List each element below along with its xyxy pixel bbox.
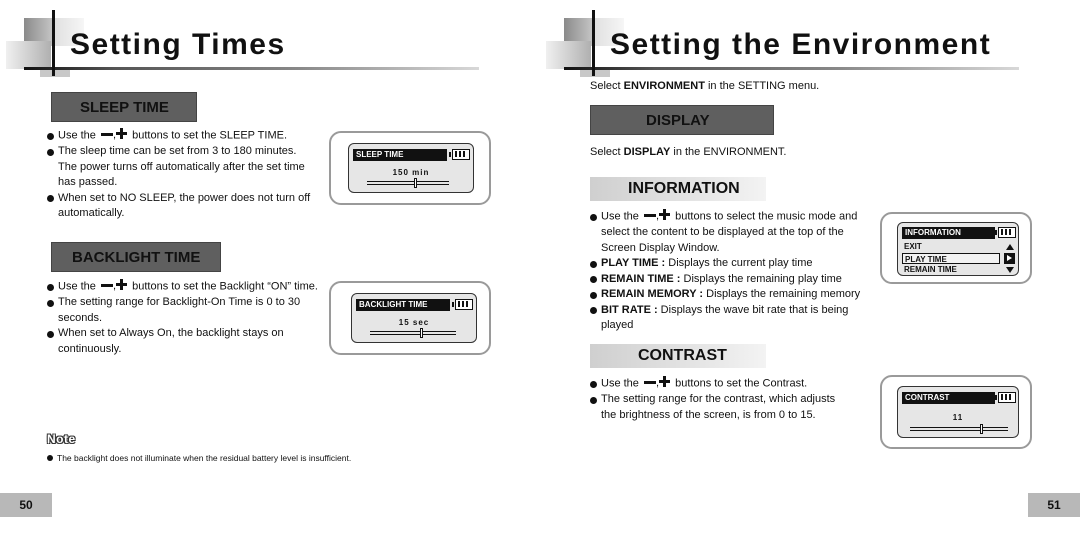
bullet-item: The setting range for the contrast, whic… [590, 392, 860, 423]
page-title: Setting Times [70, 28, 286, 61]
bullet-item: Use the , buttons to set the SLEEP TIME. [47, 128, 317, 144]
plus-icon [116, 128, 128, 140]
note-text: The backlight does not illuminate when t… [47, 453, 351, 463]
section-heading-backlight-time: BACKLIGHT TIME [51, 242, 221, 272]
bullet-item: The setting range for Backlight-On Time … [47, 295, 322, 326]
right-page: Setting the Environment Select ENVIRONME… [540, 0, 1080, 539]
lcd-display: INFORMATION EXIT PLAY TIME REMAIN TIME [897, 222, 1019, 276]
bullet-item: When set to Always On, the backlight sta… [47, 326, 322, 357]
battery-icon [995, 392, 1016, 403]
menu-item-play-time: PLAY TIME [902, 253, 1000, 264]
bullet-item: When set to NO SLEEP, the power does not… [47, 191, 317, 222]
bullet-item: Use the , buttons to select the music mo… [590, 209, 875, 256]
lcd-title-bar: SLEEP TIME [353, 149, 447, 161]
plus-icon [659, 209, 671, 221]
lcd-title-bar: CONTRAST [902, 392, 995, 404]
display-intro: Select DISPLAY in the ENVIRONMENT. [590, 146, 787, 158]
lcd-display: SLEEP TIME 150 min [348, 143, 474, 193]
lcd-value: 15 sec [398, 318, 430, 327]
bullet-item: REMAIN TIME : Displays the remaining pla… [590, 272, 875, 288]
device-screen-sleep-time: SLEEP TIME 150 min [329, 131, 491, 205]
page-header: Setting the Environment [540, 10, 1040, 80]
note-title: Note [47, 432, 76, 446]
lcd-display: CONTRAST 11 [897, 386, 1019, 438]
minus-icon [100, 283, 113, 287]
plus-icon [116, 279, 128, 291]
bullet-item: Use the , buttons to set the Contrast. [590, 376, 860, 392]
battery-icon [452, 299, 473, 310]
minus-icon [643, 380, 656, 384]
section-heading-information: INFORMATION [590, 177, 766, 201]
bullet-item: The sleep time can be set from 3 to 180 … [47, 144, 317, 191]
page-title: Setting the Environment [610, 28, 992, 61]
minus-icon [643, 213, 656, 217]
lcd-display: BACKLIGHT TIME 15 sec [351, 293, 477, 343]
menu-item-remain-time: REMAIN TIME [904, 265, 957, 274]
bullet-item: Use the , buttons to set the Backlight “… [47, 279, 322, 295]
bullet-item: BIT RATE : Displays the wave bit rate th… [590, 303, 875, 334]
device-screen-contrast: CONTRAST 11 [880, 375, 1032, 449]
left-page: Setting Times SLEEP TIME Use the , butto… [0, 0, 540, 539]
page-number: 51 [1028, 493, 1080, 517]
information-bullets: Use the , buttons to select the music mo… [590, 209, 875, 334]
page-header: Setting Times [0, 10, 500, 80]
select-arrow-icon [1004, 253, 1015, 264]
minus-icon [100, 132, 113, 136]
level-slider [910, 424, 1008, 434]
device-screen-information: INFORMATION EXIT PLAY TIME REMAIN TIME [880, 212, 1032, 284]
scroll-up-arrow-icon [1006, 244, 1014, 250]
page-number: 50 [0, 493, 52, 517]
bullet-item: PLAY TIME : Displays the current play ti… [590, 256, 875, 272]
contrast-bullets: Use the , buttons to set the Contrast. T… [590, 376, 860, 423]
bullet-item: REMAIN MEMORY : Displays the remaining m… [590, 287, 875, 303]
environment-intro: Select ENVIRONMENT in the SETTING menu. [590, 80, 820, 92]
lcd-value: 150 min [392, 168, 430, 177]
scroll-down-arrow-icon [1006, 267, 1014, 273]
device-screen-backlight-time: BACKLIGHT TIME 15 sec [329, 281, 491, 355]
lcd-title-bar: INFORMATION [902, 227, 995, 239]
slider-knob [419, 328, 423, 338]
lcd-title-bar: BACKLIGHT TIME [356, 299, 450, 311]
slider-knob [979, 424, 983, 434]
level-slider [367, 178, 449, 188]
menu-item-exit: EXIT [904, 242, 922, 251]
battery-icon [995, 227, 1016, 238]
level-slider [370, 328, 456, 338]
section-heading-sleep-time: SLEEP TIME [51, 92, 197, 122]
slider-knob [414, 178, 418, 188]
sleep-time-bullets: Use the , buttons to set the SLEEP TIME.… [47, 128, 317, 222]
lcd-value: 11 [952, 413, 964, 422]
backlight-time-bullets: Use the , buttons to set the Backlight “… [47, 279, 322, 357]
battery-icon [449, 149, 470, 160]
section-heading-contrast: CONTRAST [590, 344, 766, 368]
plus-icon [659, 376, 671, 388]
section-heading-display: DISPLAY [590, 105, 774, 135]
